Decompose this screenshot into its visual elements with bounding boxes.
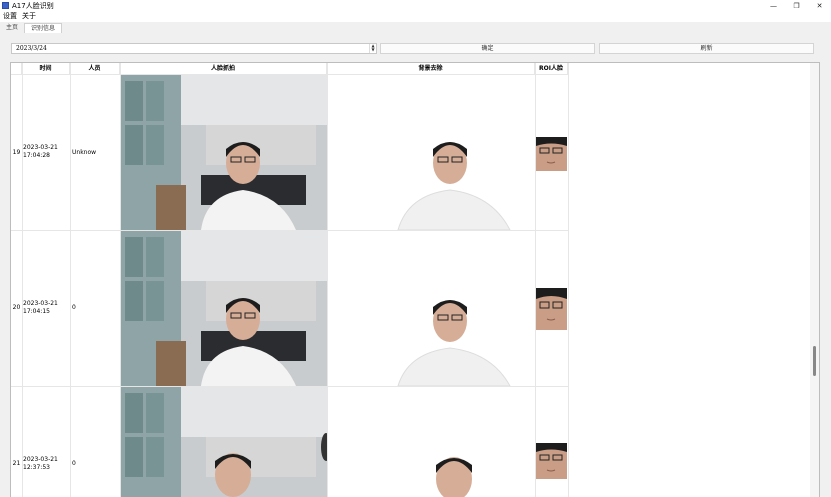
person-cell[interactable]: 0: [72, 304, 118, 311]
close-button[interactable]: ✕: [808, 0, 831, 11]
roi-face-image: [536, 288, 567, 330]
background-removed-image: [328, 231, 535, 386]
background-removed-image: [328, 75, 535, 230]
date-spinner[interactable]: ▲ ▼: [369, 44, 376, 53]
grid-line: [568, 63, 569, 497]
row-number[interactable]: 19: [11, 149, 22, 156]
records-table: 时间 人员 人脸抓拍 背景去除 ROI人脸 19 2023-03-21 17:0…: [10, 62, 820, 497]
window-controls: — ❐ ✕: [762, 0, 831, 11]
person-cell[interactable]: Unknow: [72, 149, 118, 156]
time-text: 17:04:28: [23, 152, 50, 159]
app-icon: [2, 2, 9, 9]
roi-face-image: [536, 443, 567, 479]
tab-bar: 主页 识别信息: [0, 22, 831, 33]
restore-button[interactable]: ❐: [785, 0, 808, 11]
time-cell[interactable]: 2023-03-21 12:37:53: [23, 456, 69, 472]
time-cell[interactable]: 2023-03-21 17:04:15: [23, 300, 69, 316]
row-number[interactable]: 20: [11, 304, 22, 311]
roi-face-image: [536, 137, 567, 171]
date-value: 2023/3/24: [16, 45, 47, 52]
header-roi[interactable]: ROI人脸: [535, 63, 568, 75]
date-text: 2023-03-21: [23, 456, 58, 463]
header-corner: [11, 63, 22, 75]
recognition-panel: 2023/3/24 ▲ ▼ 确定 刷新 时间 人员 人脸抓拍 背景去除 ROI人脸…: [0, 33, 831, 497]
date-input[interactable]: 2023/3/24 ▲ ▼: [11, 43, 377, 54]
confirm-button[interactable]: 确定: [380, 43, 595, 54]
menu-settings[interactable]: 设置: [3, 11, 17, 21]
row-number[interactable]: 21: [11, 460, 22, 467]
tab-recognition-info[interactable]: 识别信息: [24, 23, 63, 33]
menu-about[interactable]: 关于: [22, 11, 36, 21]
grid-line: [535, 63, 536, 497]
time-text: 12:37:53: [23, 464, 50, 471]
refresh-button[interactable]: 刷新: [599, 43, 814, 54]
window-title: A17人脸识别: [12, 1, 54, 10]
header-capture[interactable]: 人脸抓拍: [120, 63, 327, 75]
grid-line: [70, 63, 71, 497]
header-bg-removed[interactable]: 背景去除: [327, 63, 535, 75]
face-capture-image: [121, 231, 327, 386]
scrollbar-thumb[interactable]: [813, 346, 816, 376]
date-text: 2023-03-21: [23, 144, 58, 151]
time-cell[interactable]: 2023-03-21 17:04:28: [23, 144, 69, 160]
tab-home[interactable]: 主页: [0, 23, 24, 33]
face-capture-image: [121, 75, 327, 230]
menu-bar: 设置 关于: [0, 11, 831, 21]
title-bar: A17人脸识别 — ❐ ✕: [0, 0, 831, 11]
date-text: 2023-03-21: [23, 300, 58, 307]
face-capture-image: [121, 387, 327, 497]
person-cell[interactable]: 0: [72, 460, 118, 467]
minimize-button[interactable]: —: [762, 0, 785, 11]
background-removed-image: [328, 387, 535, 497]
header-person[interactable]: 人员: [70, 63, 120, 75]
header-time[interactable]: 时间: [22, 63, 70, 75]
vertical-scrollbar[interactable]: [810, 63, 819, 497]
time-text: 17:04:15: [23, 308, 50, 315]
grid-line: [22, 63, 23, 497]
